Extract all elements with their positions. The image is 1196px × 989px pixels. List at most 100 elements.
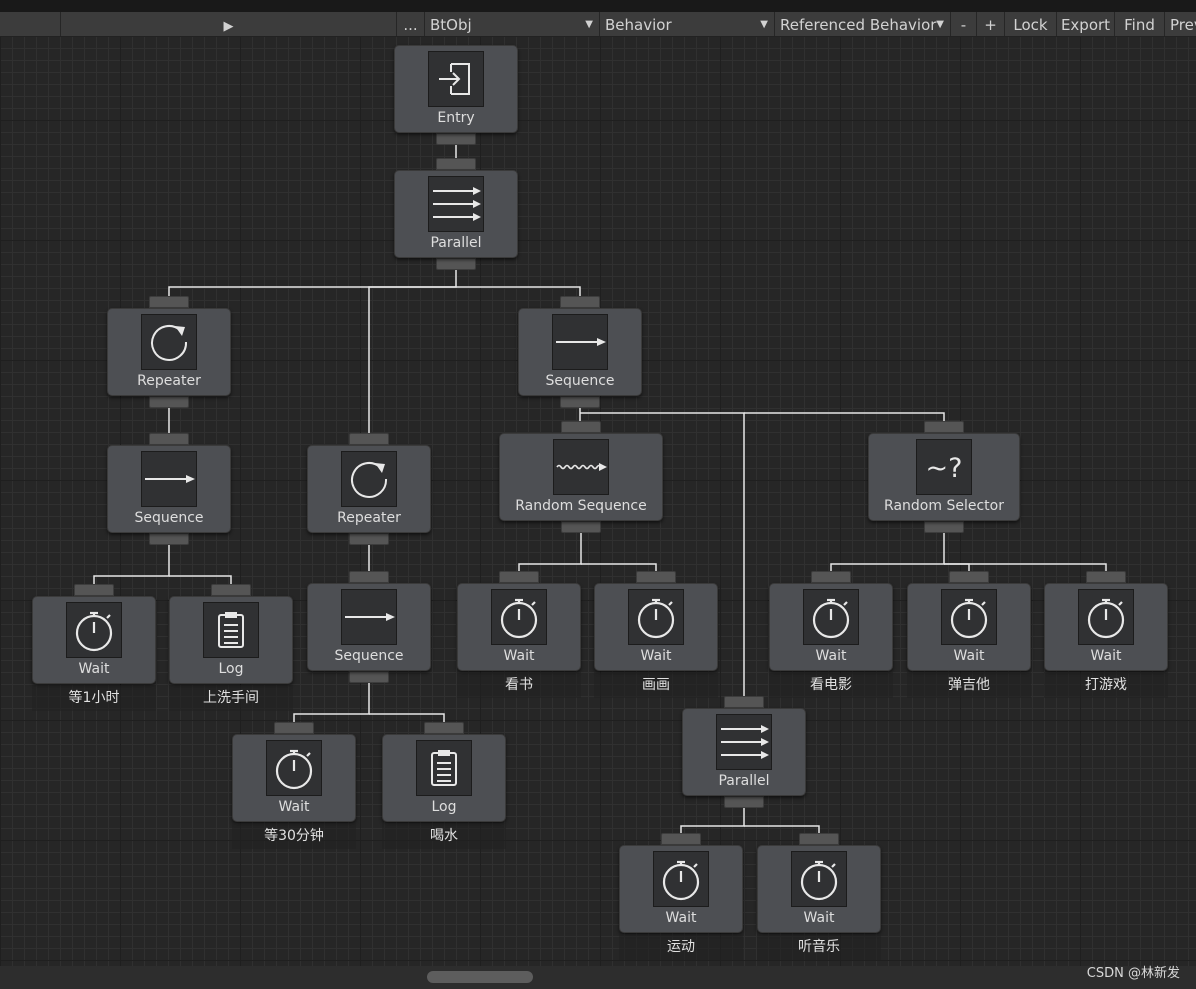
output-port[interactable] xyxy=(436,133,476,145)
input-port[interactable] xyxy=(211,584,251,596)
input-port[interactable] xyxy=(799,833,839,845)
node-title: Wait xyxy=(1090,648,1122,664)
node-title: Wait xyxy=(803,910,835,926)
node-body[interactable]: ~? Random Selector xyxy=(868,433,1020,521)
node-title: Wait xyxy=(953,648,985,664)
repeat-icon xyxy=(141,314,197,370)
output-port[interactable] xyxy=(349,533,389,545)
node-body[interactable]: Sequence xyxy=(307,583,431,671)
input-port[interactable] xyxy=(661,833,701,845)
input-port[interactable] xyxy=(561,421,601,433)
node-body[interactable]: Wait xyxy=(594,583,718,671)
node-body[interactable]: Wait xyxy=(907,583,1031,671)
output-port[interactable] xyxy=(561,521,601,533)
output-port[interactable] xyxy=(560,396,600,408)
node-body[interactable]: Sequence xyxy=(518,308,642,396)
input-port[interactable] xyxy=(424,722,464,734)
input-port[interactable] xyxy=(499,571,539,583)
node-wait-movie[interactable]: Wait xyxy=(769,571,893,671)
input-port[interactable] xyxy=(149,296,189,308)
node-log-wash[interactable]: Log xyxy=(169,584,293,684)
node-body[interactable]: Log xyxy=(382,734,506,822)
node-parallel-2[interactable]: Parallel xyxy=(682,696,806,808)
node-comment: 运动 xyxy=(619,934,743,960)
node-entry[interactable]: Entry xyxy=(394,45,518,145)
sequence-icon xyxy=(341,589,397,645)
node-title: Wait xyxy=(815,648,847,664)
output-port[interactable] xyxy=(724,796,764,808)
node-body[interactable]: Wait xyxy=(457,583,581,671)
node-body[interactable]: Wait xyxy=(32,596,156,684)
node-sequence-1[interactable]: Sequence xyxy=(107,433,231,545)
entry-icon xyxy=(428,51,484,107)
output-port[interactable] xyxy=(349,671,389,683)
output-port[interactable] xyxy=(924,521,964,533)
node-body[interactable]: Wait xyxy=(1044,583,1168,671)
node-body[interactable]: Sequence xyxy=(107,445,231,533)
stopwatch-icon xyxy=(491,589,547,645)
node-title: Sequence xyxy=(134,510,204,526)
input-port[interactable] xyxy=(1086,571,1126,583)
node-wait-book[interactable]: Wait xyxy=(457,571,581,671)
node-body[interactable]: Wait xyxy=(232,734,356,822)
stopwatch-icon xyxy=(791,851,847,907)
output-port[interactable] xyxy=(436,258,476,270)
node-random-sequence[interactable]: Random Sequence xyxy=(499,421,663,533)
node-comment: 喝水 xyxy=(382,823,506,849)
node-log-drink[interactable]: Log xyxy=(382,722,506,822)
input-port[interactable] xyxy=(724,696,764,708)
node-sequence-top[interactable]: Sequence xyxy=(518,296,642,408)
input-port[interactable] xyxy=(436,158,476,170)
node-wait-hour[interactable]: Wait xyxy=(32,584,156,684)
input-port[interactable] xyxy=(274,722,314,734)
edge-randomsel-movie xyxy=(830,533,945,571)
node-wait-music[interactable]: Wait xyxy=(757,833,881,933)
node-body[interactable]: Wait xyxy=(619,845,743,933)
node-wait-paint[interactable]: Wait xyxy=(594,571,718,671)
output-port[interactable] xyxy=(149,396,189,408)
node-body[interactable]: Random Sequence xyxy=(499,433,663,521)
node-title: Parallel xyxy=(718,773,770,789)
input-port[interactable] xyxy=(560,296,600,308)
edge-sequence1-waits xyxy=(93,545,170,584)
edge-parallel2-music xyxy=(744,825,820,833)
random-selector-icon: ~? xyxy=(916,439,972,495)
parallel-icon xyxy=(716,714,772,770)
horizontal-scrollbar[interactable] xyxy=(0,966,1196,989)
input-port[interactable] xyxy=(149,433,189,445)
node-body[interactable]: Parallel xyxy=(682,708,806,796)
input-port[interactable] xyxy=(924,421,964,433)
node-title: Wait xyxy=(503,648,535,664)
node-wait-game[interactable]: Wait xyxy=(1044,571,1168,671)
input-port[interactable] xyxy=(636,571,676,583)
node-comment: 等30分钟 xyxy=(232,823,356,849)
scrollbar-thumb[interactable] xyxy=(427,971,533,983)
node-comment: 打游戏 xyxy=(1044,672,1168,698)
node-body[interactable]: Log xyxy=(169,596,293,684)
node-title: Wait xyxy=(640,648,672,664)
output-port[interactable] xyxy=(149,533,189,545)
node-title: Sequence xyxy=(545,373,615,389)
node-body[interactable]: Repeater xyxy=(307,445,431,533)
node-repeater-1[interactable]: Repeater xyxy=(107,296,231,408)
node-body[interactable]: Wait xyxy=(769,583,893,671)
node-random-selector[interactable]: ~? Random Selector xyxy=(868,421,1020,533)
input-port[interactable] xyxy=(949,571,989,583)
node-body[interactable]: Wait xyxy=(757,845,881,933)
clipboard-icon xyxy=(203,602,259,658)
input-port[interactable] xyxy=(349,433,389,445)
node-title: Repeater xyxy=(337,510,401,526)
node-body[interactable]: Repeater xyxy=(107,308,231,396)
input-port[interactable] xyxy=(349,571,389,583)
node-wait-guitar[interactable]: Wait xyxy=(907,571,1031,671)
node-sequence-2[interactable]: Sequence xyxy=(307,571,431,683)
node-body[interactable]: Parallel xyxy=(394,170,518,258)
node-wait-30min[interactable]: Wait xyxy=(232,722,356,822)
svg-text:~?: ~? xyxy=(926,453,963,484)
input-port[interactable] xyxy=(74,584,114,596)
node-body[interactable]: Entry xyxy=(394,45,518,133)
input-port[interactable] xyxy=(811,571,851,583)
node-repeater-2[interactable]: Repeater xyxy=(307,433,431,545)
node-parallel-root[interactable]: Parallel xyxy=(394,158,518,270)
node-wait-sport[interactable]: Wait xyxy=(619,833,743,933)
